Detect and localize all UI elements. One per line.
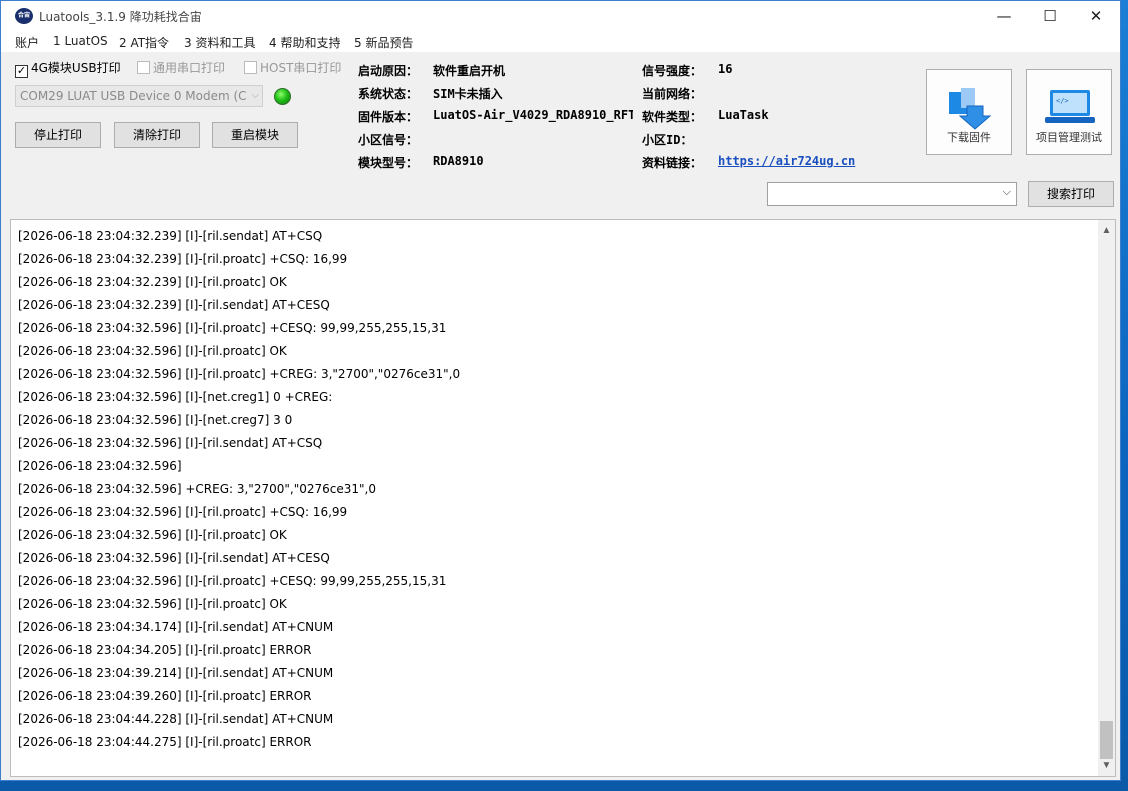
window-title: Luatools_3.1.9 降功耗找合宙 [39,10,202,24]
menu-resources-tools[interactable]: 3 资料和工具 [184,34,255,51]
log-line: [2026-06-18 23:04:32.596] [I]-[ril.proat… [18,505,348,519]
minimize-button[interactable]: — [981,1,1027,31]
signal-strength-value: 16 [718,62,733,76]
doc-link[interactable]: https://air724ug.cn [718,154,855,168]
title-bar: 合宙 Luatools_3.1.9 降功耗找合宙 — ☐ ✕ [1,1,1120,31]
scroll-thumb[interactable] [1100,721,1113,759]
menu-new-products[interactable]: 5 新品预告 [354,34,413,51]
chevron-down-icon: ⌵ [251,90,259,101]
software-type-label: 软件类型： [642,110,703,124]
control-panel: ✓ 4G模块USB打印 通用串口打印 HOST串口打印 COM29 LUAT US… [1,52,1120,217]
firmware-value: LuatOS-Air_V4029_RDA8910_RFTJ [433,108,633,122]
menu-luatos[interactable]: 1 LuatOS [53,34,108,48]
system-state-label: 系统状态： [358,87,419,101]
log-line: [2026-06-18 23:04:34.174] [I]-[ril.senda… [18,620,334,634]
log-line: [2026-06-18 23:04:32.239] [I]-[ril.senda… [18,229,323,243]
log-line: [2026-06-18 23:04:32.596] [I]-[ril.senda… [18,551,330,565]
menu-bar: 账户 1 LuatOS 2 AT指令 3 资料和工具 4 帮助和支持 5 新品预… [1,31,1120,52]
current-network-label: 当前网络： [642,87,703,101]
log-scrollbar[interactable]: ▲ ▼ [1098,220,1115,776]
boot-reason-label: 启动原因： [358,64,419,78]
app-logo-icon: 合宙 [15,8,33,24]
download-firmware-button[interactable]: 下载固件 [926,69,1012,155]
log-line: [2026-06-18 23:04:32.596] [I]-[ril.proat… [18,367,461,381]
port-select[interactable]: COM29 LUAT USB Device 0 Modem (C ⌵ [15,85,263,107]
search-print-button[interactable]: 搜索打印 [1028,181,1114,207]
boot-reason-value: 软件重启开机 [433,64,506,78]
host-print-label: HOST串口打印 [260,61,342,75]
log-line: [2026-06-18 23:04:32.239] [I]-[ril.proat… [18,275,287,289]
menu-at-commands[interactable]: 2 AT指令 [119,34,169,51]
project-test-button[interactable]: </> 项目管理测试 [1026,69,1112,155]
module-model-value: RDA8910 [433,154,484,168]
module-model-label: 模块型号： [358,156,419,170]
log-output[interactable]: [2026-06-18 23:04:32.239] [I]-[ril.senda… [10,219,1116,777]
log-line: [2026-06-18 23:04:39.260] [I]-[ril.proat… [18,689,312,703]
menu-help-support[interactable]: 4 帮助和支持 [269,34,340,51]
log-line: [2026-06-18 23:04:32.596] [I]-[net.creg1… [18,390,333,404]
log-line: [2026-06-18 23:04:32.239] [I]-[ril.proat… [18,252,348,266]
download-firmware-label: 下载固件 [947,131,991,144]
menu-account[interactable]: 账户 [15,34,39,51]
log-line: [2026-06-18 23:04:32.596] [18,459,182,473]
serial-print-checkbox[interactable]: 通用串口打印 [137,59,225,76]
stop-print-button[interactable]: 停止打印 [15,122,101,148]
log-line: [2026-06-18 23:04:32.596] [I]-[ril.proat… [18,344,287,358]
clear-print-button[interactable]: 清除打印 [114,122,200,148]
log-line: [2026-06-18 23:04:32.239] [I]-[ril.senda… [18,298,330,312]
firmware-label: 固件版本： [358,110,419,124]
chevron-down-icon: ⌵ [1002,186,1011,198]
usb-print-checkbox[interactable]: ✓ 4G模块USB打印 [15,59,121,78]
cell-signal-label: 小区信号： [358,133,419,147]
log-line: [2026-06-18 23:04:32.596] [I]-[ril.proat… [18,321,447,335]
log-line: [2026-06-18 23:04:32.596] [I]-[ril.senda… [18,436,323,450]
maximize-button[interactable]: ☐ [1027,1,1073,31]
doc-link-label: 资料链接： [642,156,703,170]
signal-strength-label: 信号强度： [642,64,703,78]
log-line: [2026-06-18 23:04:32.596] [I]-[net.creg7… [18,413,293,427]
checkbox-empty-icon [137,61,150,74]
svg-text:</>: </> [1056,97,1069,105]
log-line: [2026-06-18 23:04:32.596] [I]-[ril.proat… [18,597,287,611]
restart-module-button[interactable]: 重启模块 [212,122,298,148]
host-print-checkbox[interactable]: HOST串口打印 [244,59,341,76]
serial-print-label: 通用串口打印 [153,61,226,75]
download-icon [949,88,992,130]
log-line: [2026-06-18 23:04:39.214] [I]-[ril.senda… [18,666,334,680]
log-line: [2026-06-18 23:04:34.205] [I]-[ril.proat… [18,643,312,657]
search-input[interactable]: ⌵ [767,182,1017,206]
system-state-value: SIM卡未插入 [433,87,503,101]
app-window: 合宙 Luatools_3.1.9 降功耗找合宙 — ☐ ✕ 账户 1 Luat… [0,0,1121,781]
log-line: [2026-06-18 23:04:32.596] +CREG: 3,"2700… [18,482,376,496]
log-line: [2026-06-18 23:04:32.596] [I]-[ril.proat… [18,528,287,542]
port-select-value: COM29 LUAT USB Device 0 Modem (C [20,89,247,103]
laptop-icon: </> [1045,90,1095,123]
log-line: [2026-06-18 23:04:44.228] [I]-[ril.senda… [18,712,334,726]
scroll-up-icon[interactable]: ▲ [1098,222,1115,239]
log-line: [2026-06-18 23:04:44.275] [I]-[ril.proat… [18,735,312,749]
usb-print-label: 4G模块USB打印 [31,61,121,75]
project-test-label: 项目管理测试 [1036,131,1102,144]
checkbox-checked-icon: ✓ [15,64,28,78]
close-button[interactable]: ✕ [1073,1,1119,31]
cell-id-label: 小区ID： [642,133,693,147]
software-type-value: LuaTask [718,108,769,122]
checkbox-empty-icon [244,61,257,74]
connection-status-led [274,88,291,105]
scroll-down-icon[interactable]: ▼ [1098,757,1115,774]
log-line: [2026-06-18 23:04:32.596] [I]-[ril.proat… [18,574,447,588]
